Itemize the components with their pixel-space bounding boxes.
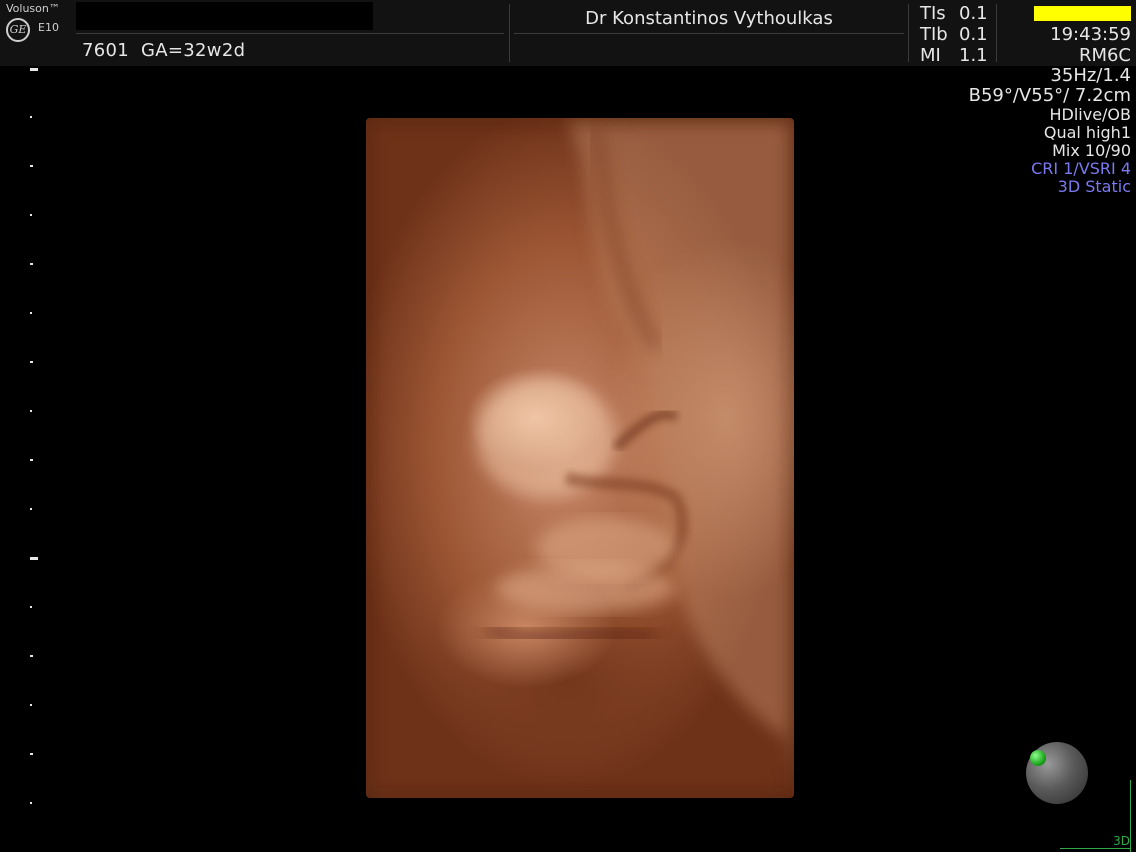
scale-tick	[30, 214, 32, 216]
patient-info: 7601 GA=32w2d	[82, 40, 246, 61]
clock: 19:43:59	[1050, 24, 1131, 45]
param-label: MI	[920, 45, 941, 66]
scan-mode: 3D Static	[1057, 177, 1131, 196]
header-divider	[908, 4, 909, 62]
geometry: B59°/V55°/ 7.2cm	[968, 85, 1131, 106]
param-value: 1.1	[959, 45, 988, 66]
model-name: E10	[38, 21, 59, 34]
3d-render-image[interactable]	[366, 118, 794, 798]
brand-name: Voluson™	[6, 2, 60, 15]
render-shading	[366, 118, 794, 798]
corner-marker	[1060, 848, 1131, 849]
scale-tick	[30, 361, 33, 363]
probe-name: RM6C	[1078, 45, 1131, 66]
param-row: MI 1.1	[916, 45, 996, 66]
scale-tick	[30, 802, 32, 804]
corner-marker	[1130, 780, 1131, 852]
doctor-name: Dr Konstantinos Vythoulkas	[585, 8, 833, 29]
acquisition-info: 35Hz/1.4 B59°/V55°/ 7.2cm HDlive/OB Qual…	[969, 66, 1131, 196]
scale-tick	[30, 753, 33, 755]
header-divider	[514, 33, 904, 34]
scale-tick	[30, 116, 32, 118]
cri-setting: CRI 1/VSRI 4	[1031, 159, 1131, 178]
mode-indicator: 3D	[1113, 834, 1130, 848]
render-mode: HDlive/OB	[1049, 105, 1131, 124]
frame-rate: 35Hz/1.4	[1050, 65, 1131, 86]
scale-tick-major	[30, 557, 38, 560]
ultrasound-screen: Voluson™ GE E10 7601 GA=32w2d Dr Konstan…	[0, 0, 1136, 852]
header-divider	[76, 33, 504, 34]
param-row: TIb 0.1	[916, 24, 996, 45]
depth-scale	[0, 66, 60, 826]
header-divider	[996, 4, 997, 62]
status-indicator-bar	[1034, 6, 1131, 21]
scale-tick	[30, 312, 32, 314]
scale-tick	[30, 655, 33, 657]
lower-lip	[496, 564, 676, 612]
chin-shadow	[483, 621, 658, 645]
scale-tick	[30, 508, 32, 510]
ge-logo-icon: GE	[6, 18, 30, 42]
safety-params: TIs 0.1 TIb 0.1 MI 1.1	[916, 3, 996, 66]
param-label: TIb	[920, 24, 948, 45]
orientation-marker-icon	[1030, 750, 1046, 766]
scale-tick	[30, 704, 32, 706]
param-value: 0.1	[959, 24, 988, 45]
patient-name-redacted	[76, 2, 373, 30]
orientation-ball-icon[interactable]	[1026, 742, 1088, 804]
param-row: TIs 0.1	[916, 3, 996, 24]
logo-area: Voluson™ GE E10	[0, 0, 72, 66]
scale-tick	[30, 459, 33, 461]
header-bar: Voluson™ GE E10 7601 GA=32w2d Dr Konstan…	[0, 0, 1136, 66]
param-value: 0.1	[959, 3, 988, 24]
mix: Mix 10/90	[1052, 141, 1131, 160]
scale-tick	[30, 263, 33, 265]
quality: Qual high1	[1043, 123, 1131, 142]
param-label: TIs	[920, 3, 946, 24]
scale-tick	[30, 165, 33, 167]
scale-tick	[30, 410, 32, 412]
header-divider	[509, 4, 510, 62]
scale-tick-major	[30, 68, 38, 71]
scale-tick	[30, 606, 32, 608]
